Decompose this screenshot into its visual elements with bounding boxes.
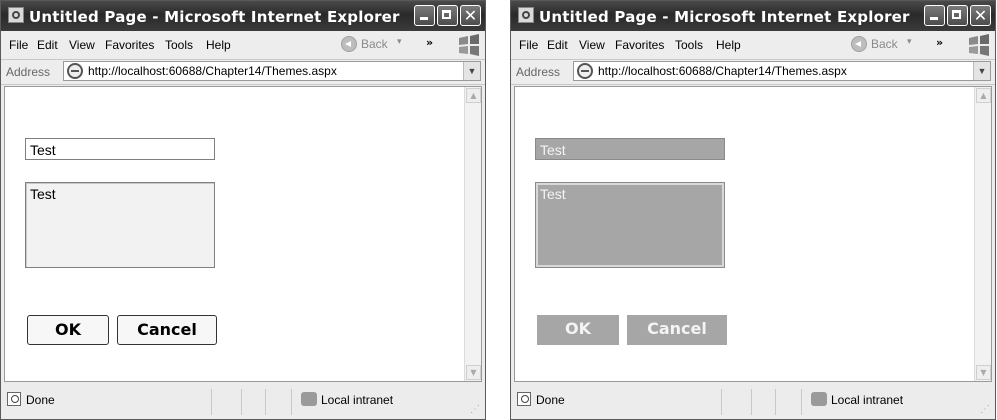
menu-help[interactable]: Help [206, 38, 231, 52]
status-divider [801, 389, 802, 415]
status-divider [775, 389, 776, 415]
minimize-icon[interactable] [924, 5, 945, 26]
text-box[interactable]: Test [535, 138, 725, 160]
status-divider [751, 389, 752, 415]
ie-page-icon [518, 7, 534, 23]
back-arrow-icon [851, 36, 867, 52]
maximize-icon[interactable] [947, 5, 968, 26]
address-bar: Address http://localhost:60688/Chapter14… [511, 60, 995, 85]
zone-text: Local intranet [831, 393, 904, 407]
back-label: Back [871, 37, 898, 51]
back-button[interactable]: Back ▾ [851, 36, 919, 54]
menu-bar: File Edit View Favorites Tools Help Back… [1, 31, 485, 60]
browser-window-themed: Untitled Page - Microsoft Internet Explo… [510, 0, 996, 420]
status-divider [265, 389, 266, 415]
menu-tools[interactable]: Tools [675, 38, 703, 52]
status-divider [211, 389, 212, 415]
status-page-icon [517, 392, 531, 406]
status-divider [721, 389, 722, 415]
scroll-up-icon[interactable]: ▲ [466, 88, 481, 103]
windows-logo-icon [459, 34, 479, 56]
ok-button[interactable]: OK [27, 315, 109, 345]
menu-tools[interactable]: Tools [165, 38, 193, 52]
menu-view[interactable]: View [69, 38, 95, 52]
close-icon[interactable]: ✕ [970, 5, 991, 26]
zone-text: Local intranet [321, 393, 394, 407]
cancel-button[interactable]: Cancel [627, 315, 727, 345]
title-bar[interactable]: Untitled Page - Microsoft Internet Explo… [511, 1, 995, 31]
text-box[interactable]: Test [25, 138, 215, 160]
address-label: Address [6, 65, 51, 79]
windows-logo-icon [969, 34, 989, 56]
page-icon [67, 63, 83, 79]
address-dropdown-icon[interactable]: ▼ [973, 62, 990, 80]
scroll-down-icon[interactable]: ▼ [976, 365, 991, 380]
resize-grip-icon[interactable]: ⋰ [470, 404, 482, 416]
browser-window-default: Untitled Page - Microsoft Internet Explo… [0, 0, 486, 420]
back-label: Back [361, 37, 388, 51]
window-title: Untitled Page - Microsoft Internet Explo… [29, 8, 400, 26]
menu-file[interactable]: File [9, 38, 28, 52]
address-dropdown-icon[interactable]: ▼ [463, 62, 480, 80]
page-icon [577, 63, 593, 79]
chevron-down-icon: ▾ [397, 36, 402, 46]
toolbar-overflow-icon[interactable]: » [426, 36, 433, 49]
minimize-icon[interactable] [414, 5, 435, 26]
menu-favorites[interactable]: Favorites [105, 38, 154, 52]
address-input[interactable]: http://localhost:60688/Chapter14/Themes.… [573, 61, 991, 81]
page-content: Test Test OK Cancel ▲ ▼ [4, 86, 482, 382]
status-bar: Done Local intranet ⋰ [511, 384, 995, 419]
status-divider [241, 389, 242, 415]
address-url[interactable]: http://localhost:60688/Chapter14/Themes.… [88, 64, 337, 78]
intranet-zone-icon [811, 392, 827, 406]
maximize-icon[interactable] [437, 5, 458, 26]
page-content: Test Test OK Cancel ▲ ▼ [514, 86, 992, 382]
scroll-up-icon[interactable]: ▲ [976, 88, 991, 103]
title-bar[interactable]: Untitled Page - Microsoft Internet Explo… [1, 1, 485, 31]
ie-page-icon [8, 7, 24, 23]
address-url[interactable]: http://localhost:60688/Chapter14/Themes.… [598, 64, 847, 78]
ok-button[interactable]: OK [537, 315, 619, 345]
menu-view[interactable]: View [579, 38, 605, 52]
intranet-zone-icon [301, 392, 317, 406]
chevron-down-icon: ▾ [907, 36, 912, 46]
address-bar: Address http://localhost:60688/Chapter14… [1, 60, 485, 85]
back-button[interactable]: Back ▾ [341, 36, 409, 54]
window-title: Untitled Page - Microsoft Internet Explo… [539, 8, 910, 26]
menu-file[interactable]: File [519, 38, 538, 52]
resize-grip-icon[interactable]: ⋰ [980, 404, 992, 416]
text-area[interactable]: Test [25, 182, 215, 268]
status-divider [291, 389, 292, 415]
vertical-scrollbar[interactable]: ▲ ▼ [974, 87, 991, 381]
status-bar: Done Local intranet ⋰ [1, 384, 485, 419]
address-label: Address [516, 65, 561, 79]
status-text: Done [536, 393, 565, 407]
status-text: Done [26, 393, 55, 407]
scroll-down-icon[interactable]: ▼ [466, 365, 481, 380]
menu-help[interactable]: Help [716, 38, 741, 52]
toolbar-overflow-icon[interactable]: » [936, 36, 943, 49]
text-area[interactable]: Test [535, 182, 725, 268]
address-input[interactable]: http://localhost:60688/Chapter14/Themes.… [63, 61, 481, 81]
menu-favorites[interactable]: Favorites [615, 38, 664, 52]
menu-edit[interactable]: Edit [37, 38, 58, 52]
close-icon[interactable]: ✕ [460, 5, 481, 26]
cancel-button[interactable]: Cancel [117, 315, 217, 345]
menu-bar: File Edit View Favorites Tools Help Back… [511, 31, 995, 60]
menu-edit[interactable]: Edit [547, 38, 568, 52]
status-page-icon [7, 392, 21, 406]
back-arrow-icon [341, 36, 357, 52]
vertical-scrollbar[interactable]: ▲ ▼ [464, 87, 481, 381]
